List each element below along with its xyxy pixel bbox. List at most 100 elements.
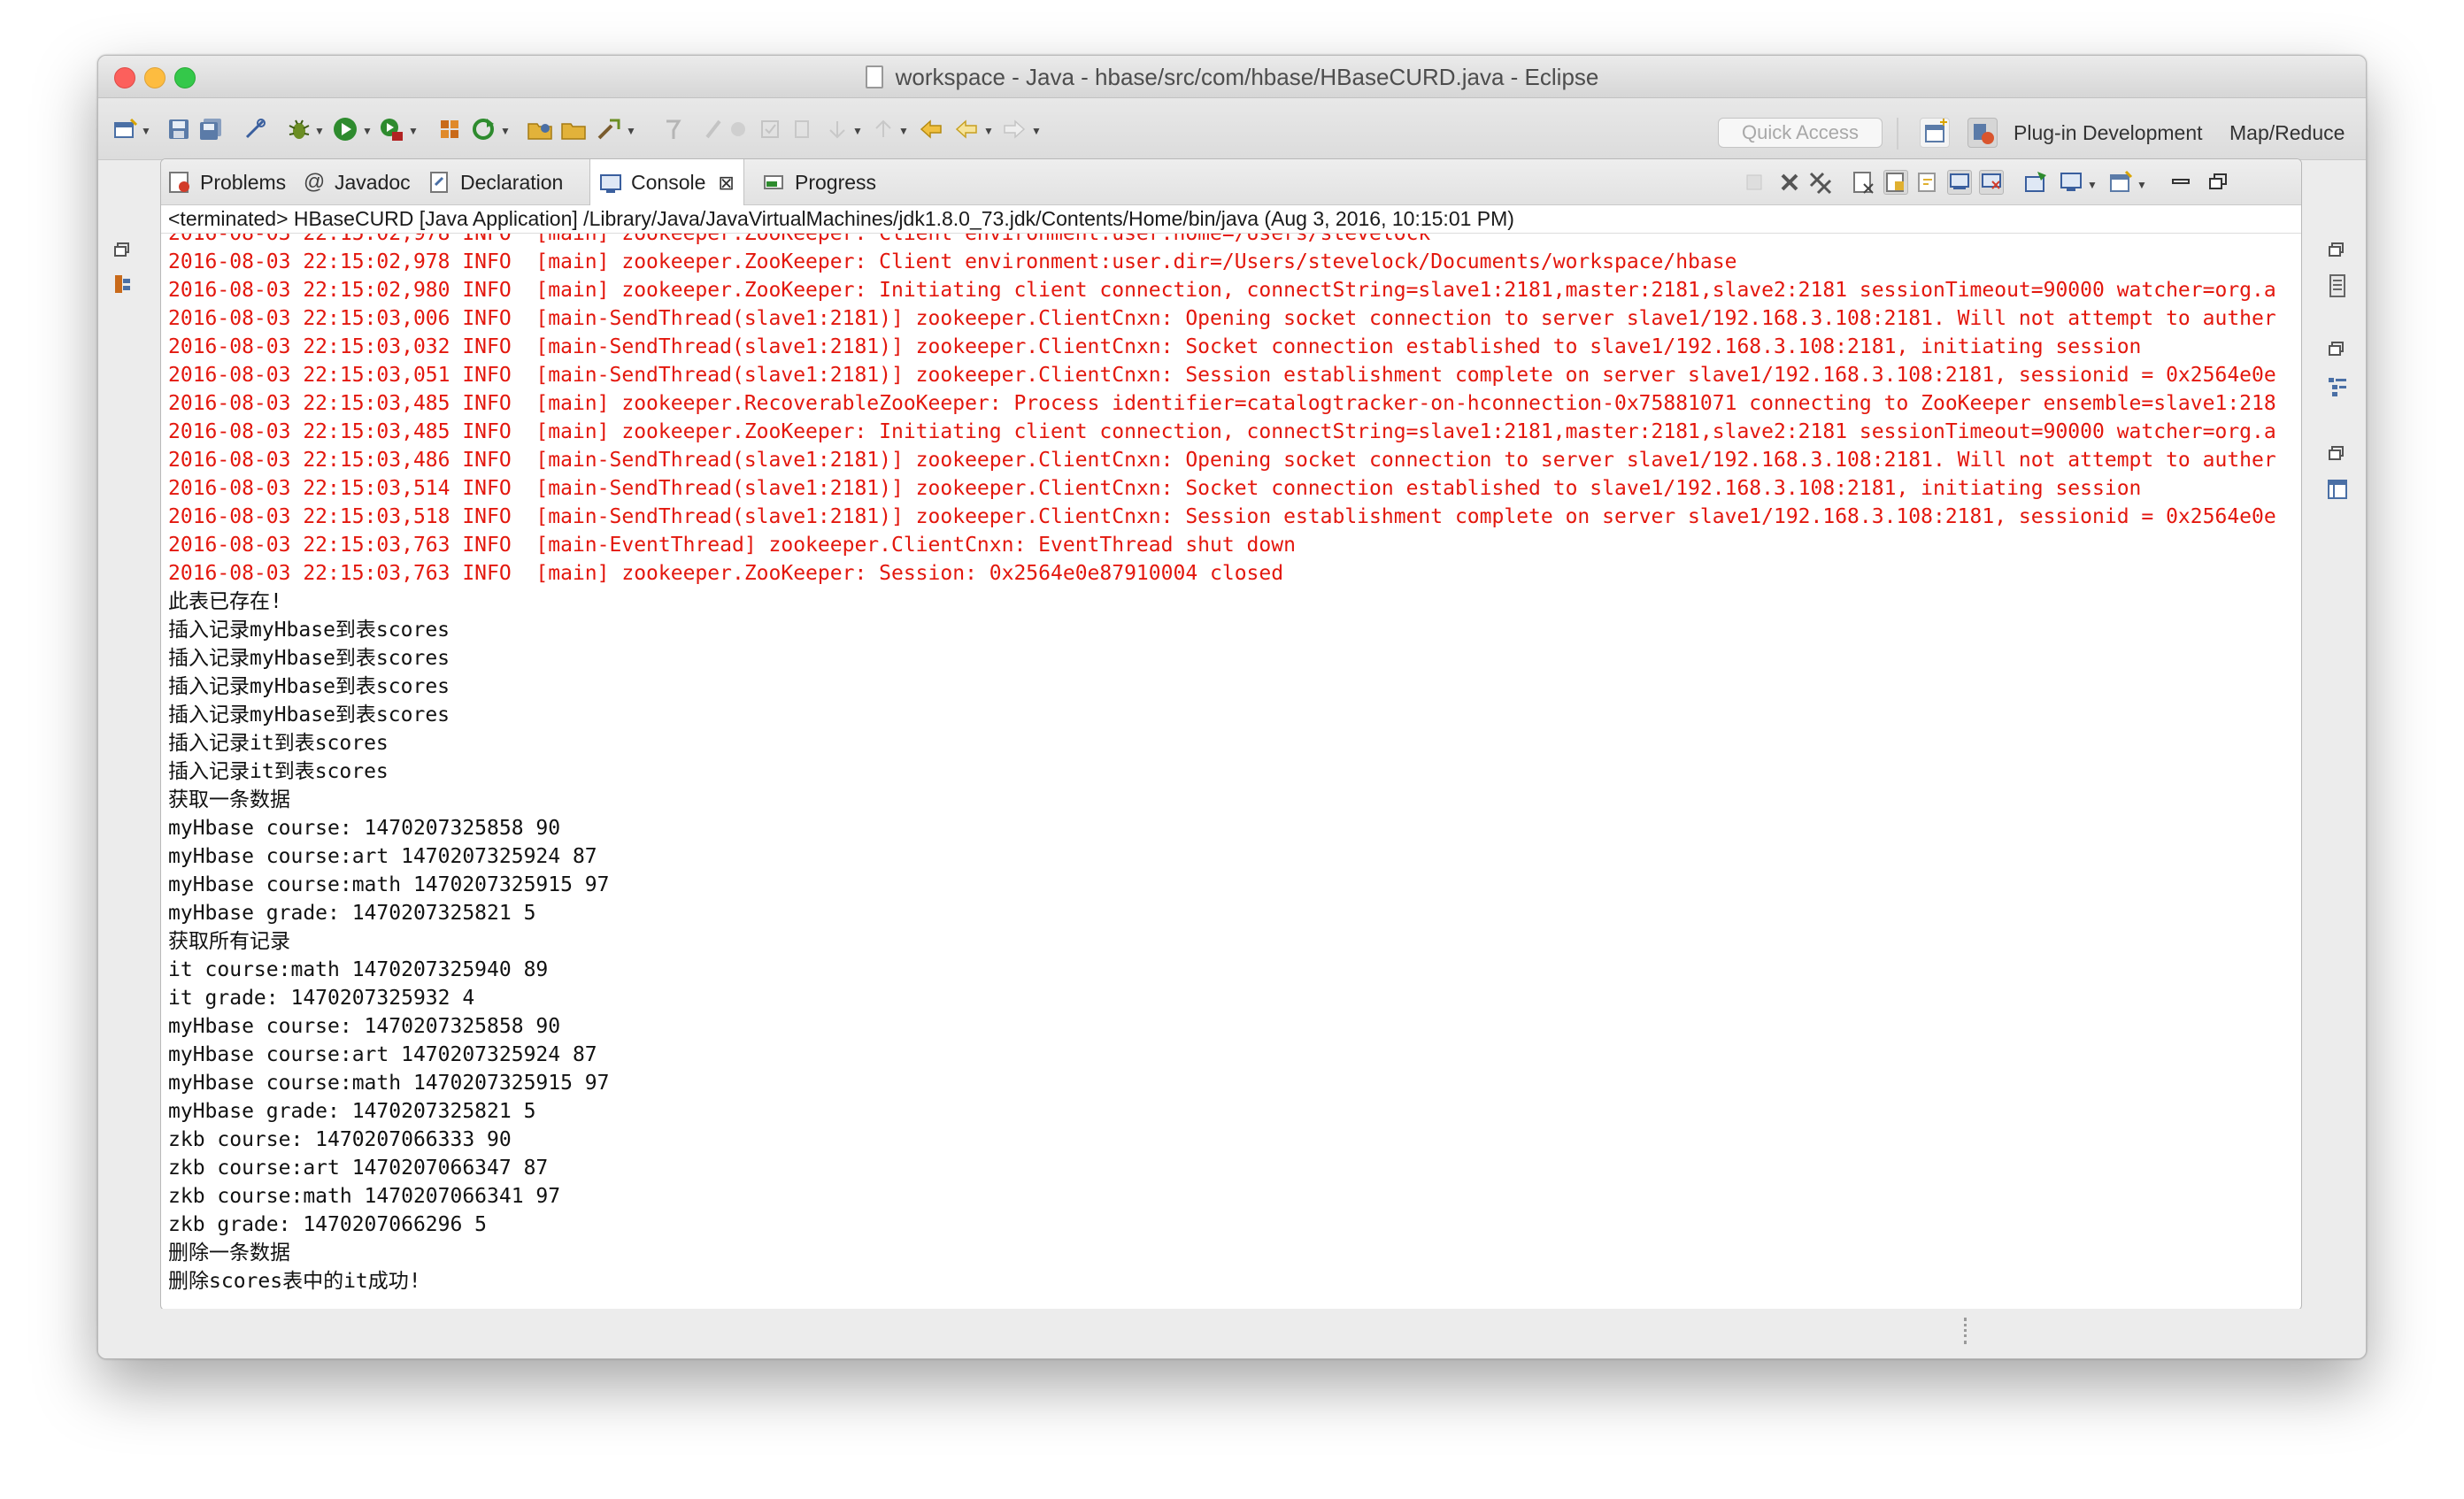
- minimize-view-icon[interactable]: [2168, 170, 2193, 195]
- tab-label: Javadoc: [335, 170, 411, 194]
- prev-annotation-icon[interactable]: [824, 116, 851, 142]
- last-edit-dropdown-icon[interactable]: ▼: [898, 125, 909, 137]
- console-line: 2016-08-03 22:15:03,485 INFO [main] zook…: [168, 420, 2276, 443]
- task-icon[interactable]: [757, 116, 783, 142]
- save-all-icon[interactable]: [197, 116, 224, 142]
- run-config-dropdown-icon[interactable]: ▼: [408, 125, 419, 137]
- open-console-dropdown-icon[interactable]: ▼: [2137, 179, 2147, 191]
- tab-label: Console: [631, 171, 706, 194]
- maximize-view-icon[interactable]: [2206, 170, 2230, 195]
- package-explorer-icon[interactable]: [111, 272, 135, 296]
- history-forward-icon[interactable]: [1001, 116, 1028, 142]
- display-console-dropdown-icon[interactable]: ▼: [2087, 179, 2098, 191]
- tab-console[interactable]: Console ⊠: [589, 159, 744, 206]
- close-icon[interactable]: ⊠: [718, 172, 734, 195]
- tab-declaration[interactable]: Declaration: [428, 159, 563, 205]
- terminated-status: <terminated> HBaseCURD [Java Application…: [161, 205, 2301, 234]
- run-dropdown-icon[interactable]: ▼: [362, 125, 373, 137]
- next-annotation-icon[interactable]: [789, 116, 815, 142]
- debug-dropdown-icon[interactable]: ▼: [314, 125, 325, 137]
- run-icon[interactable]: [332, 116, 358, 142]
- title-bar: workspace - Java - hbase/src/com/hbase/H…: [98, 56, 2366, 98]
- console-line: 2016-08-03 22:15:02,980 INFO [main] zook…: [168, 279, 2276, 302]
- tab-javadoc[interactable]: @ Javadoc: [303, 159, 411, 205]
- console-line: 2016-08-03 22:15:03,763 INFO [main] zook…: [168, 562, 1284, 585]
- new-dropdown-icon[interactable]: ▼: [141, 125, 151, 137]
- restore-icon[interactable]: [2325, 238, 2350, 263]
- refresh-icon[interactable]: [470, 116, 497, 142]
- console-view: Problems @ Javadoc Declaration Console ⊠: [160, 158, 2302, 1311]
- clear-console-icon[interactable]: [1852, 170, 1876, 195]
- perspective-separator: [1897, 118, 1898, 150]
- at-icon: @: [303, 170, 326, 194]
- quick-access-input[interactable]: Quick Access: [1718, 118, 1883, 148]
- open-perspective-icon[interactable]: [1920, 118, 1950, 148]
- console-output[interactable]: 2016-08-03 22:15:02,978 INFO [main] zook…: [161, 234, 2301, 1310]
- task-list-icon[interactable]: [2325, 273, 2350, 298]
- console-line: 此表已存在!: [168, 590, 282, 613]
- console-line: myHbase course:math 1470207325915 97: [168, 1072, 610, 1095]
- bookmark-icon[interactable]: [725, 116, 751, 142]
- console-line: zkb course: 1470207066333 90: [168, 1128, 512, 1151]
- display-console-icon[interactable]: [2059, 170, 2083, 195]
- window-title: workspace - Java - hbase/src/com/hbase/H…: [895, 63, 1599, 90]
- open-folder-icon[interactable]: [560, 116, 587, 142]
- pin-icon[interactable]: [700, 116, 727, 142]
- refresh-dropdown-icon[interactable]: ▼: [500, 125, 511, 137]
- restore-icon[interactable]: [2325, 442, 2350, 466]
- console-line: 插入记录myHbase到表scores: [168, 703, 450, 726]
- last-edit-icon[interactable]: [870, 116, 897, 142]
- remove-launch-icon[interactable]: [1777, 170, 1802, 195]
- search-dropdown-icon[interactable]: ▼: [626, 125, 636, 137]
- status-bar: [98, 1309, 2366, 1358]
- restore-icon[interactable]: [2325, 337, 2350, 362]
- history-forward-dropdown-icon[interactable]: ▼: [1031, 125, 1042, 137]
- build-icon[interactable]: [436, 116, 463, 142]
- search-icon[interactable]: [596, 116, 622, 142]
- console-line: 获取一条数据: [168, 788, 290, 811]
- perspective-map-reduce[interactable]: Map/Reduce: [2229, 121, 2345, 145]
- last-edit-location-icon[interactable]: [918, 116, 944, 142]
- progress-icon: [763, 171, 786, 194]
- tab-problems[interactable]: Problems: [168, 159, 286, 205]
- console-line: 2016-08-03 22:15:02,978 INFO [main] zook…: [168, 234, 1431, 245]
- console-line: 2016-08-03 22:15:03,051 INFO [main-SendT…: [168, 364, 2276, 387]
- open-console-icon[interactable]: [2108, 170, 2133, 195]
- tab-label: Progress: [795, 170, 877, 194]
- run-config-icon[interactable]: [378, 116, 404, 142]
- link-icon[interactable]: [242, 116, 268, 142]
- save-icon[interactable]: [166, 116, 192, 142]
- prev-annotation-dropdown-icon[interactable]: ▼: [852, 125, 863, 137]
- outline-icon[interactable]: [2325, 374, 2350, 399]
- console-line: 2016-08-03 22:15:03,006 INFO [main-SendT…: [168, 307, 2276, 330]
- show-on-output-icon[interactable]: [1947, 170, 1972, 195]
- perspective-plugin-development[interactable]: Plug-in Development: [2014, 121, 2203, 145]
- tab-progress[interactable]: Progress: [763, 159, 876, 205]
- open-type-icon[interactable]: [527, 116, 553, 142]
- word-wrap-icon[interactable]: [1915, 170, 1940, 195]
- pin-console-icon[interactable]: [2023, 170, 2048, 195]
- console-line: 插入记录myHbase到表scores: [168, 619, 450, 642]
- status-grip[interactable]: [1964, 1318, 1967, 1344]
- scroll-lock-icon[interactable]: [1883, 170, 1908, 195]
- layout-icon[interactable]: [2325, 477, 2350, 502]
- show-on-error-icon[interactable]: [1979, 170, 2004, 195]
- debug-icon[interactable]: [286, 116, 312, 142]
- console-line: 插入记录myHbase到表scores: [168, 647, 450, 670]
- terminate-icon[interactable]: [1742, 170, 1767, 195]
- history-back-dropdown-icon[interactable]: ▼: [983, 125, 994, 137]
- tab-label: Declaration: [460, 170, 564, 194]
- console-line: 插入记录it到表scores: [168, 760, 389, 783]
- annotation-icon[interactable]: [659, 116, 686, 142]
- console-line: myHbase course:math 1470207325915 97: [168, 873, 610, 896]
- restore-icon[interactable]: [111, 238, 135, 263]
- console-line: 2016-08-03 22:15:03,518 INFO [main-SendT…: [168, 505, 2276, 528]
- console-line: zkb course:math 1470207066341 97: [168, 1185, 561, 1208]
- history-back-icon[interactable]: [953, 116, 980, 142]
- remove-all-terminated-icon[interactable]: [1807, 170, 1832, 195]
- console-line: 删除一条数据: [168, 1241, 290, 1265]
- console-line: 获取所有记录: [168, 930, 290, 953]
- plugin-development-icon[interactable]: [1967, 118, 1998, 148]
- new-icon[interactable]: [112, 116, 139, 142]
- console-line: myHbase course:art 1470207325924 87: [168, 845, 597, 868]
